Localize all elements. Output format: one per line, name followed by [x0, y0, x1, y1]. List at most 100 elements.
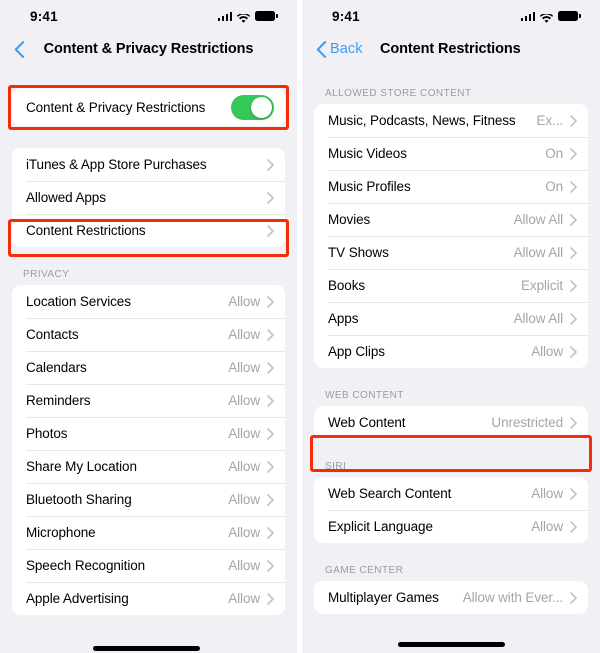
allowed-store-content-card: Music, Podcasts, News, Fitness Ex... Mus… — [314, 104, 588, 368]
row-label: Explicit Language — [328, 519, 433, 534]
battery-full-icon — [255, 11, 278, 21]
row-value: Allow — [228, 492, 260, 507]
chevron-right-icon — [267, 224, 274, 237]
row-explicit-language[interactable]: Explicit Language Allow — [314, 510, 588, 543]
row-value: Allow — [228, 294, 260, 309]
row-value: Unrestricted — [491, 415, 563, 430]
section-header-game-center: GAME CENTER — [325, 565, 404, 576]
row-tv-shows[interactable]: TV Shows Allow All — [314, 236, 588, 269]
row-microphone[interactable]: Microphone Allow — [12, 516, 285, 549]
row-value: Allow — [228, 591, 260, 606]
row-music-videos[interactable]: Music Videos On — [314, 137, 588, 170]
row-value: Allow with Ever... — [462, 590, 563, 605]
row-label: Books — [328, 278, 366, 293]
row-value: Allow — [228, 426, 260, 441]
content-privacy-restrictions-switch[interactable] — [231, 94, 274, 120]
back-button[interactable]: Back — [316, 40, 363, 58]
row-photos[interactable]: Photos Allow — [12, 417, 285, 450]
row-multiplayer-games[interactable]: Multiplayer Games Allow with Ever... — [314, 581, 588, 614]
navigation-bar: Back Content Restrictions — [302, 32, 600, 66]
row-value: Allow All — [513, 245, 563, 260]
chevron-right-icon — [267, 526, 274, 539]
row-contacts[interactable]: Contacts Allow — [12, 318, 285, 351]
chevron-right-icon — [570, 312, 577, 325]
chevron-right-icon — [267, 295, 274, 308]
chevron-right-icon — [267, 460, 274, 473]
row-label: Movies — [328, 212, 371, 227]
cellular-bars-icon — [217, 11, 232, 21]
chevron-right-icon — [570, 416, 577, 429]
row-reminders[interactable]: Reminders Allow — [12, 384, 285, 417]
chevron-right-icon — [267, 592, 274, 605]
row-apps[interactable]: Apps Allow All — [314, 302, 588, 335]
section-header-allowed-store-content: ALLOWED STORE CONTENT — [325, 88, 472, 99]
row-movies[interactable]: Movies Allow All — [314, 203, 588, 236]
row-music-profiles[interactable]: Music Profiles On — [314, 170, 588, 203]
row-apple-advertising[interactable]: Apple Advertising Allow — [12, 582, 285, 615]
row-value: On — [545, 146, 563, 161]
row-label: Calendars — [26, 360, 87, 375]
row-books[interactable]: Books Explicit — [314, 269, 588, 302]
settings-scroll-area[interactable]: ALLOWED STORE CONTENT Music, Podcasts, N… — [302, 66, 600, 653]
row-value: Allow — [228, 393, 260, 408]
master-toggle-card: Content & Privacy Restrictions — [12, 88, 285, 126]
row-content-privacy-restrictions-toggle[interactable]: Content & Privacy Restrictions — [12, 88, 285, 126]
row-label: Content Restrictions — [26, 223, 146, 238]
section-header-siri: SIRI — [325, 461, 347, 472]
row-label: Music Profiles — [328, 179, 411, 194]
settings-scroll-area[interactable]: Content & Privacy Restrictions iTunes & … — [0, 66, 297, 653]
phone-screen-content-privacy-restrictions: 9:41 Content & Privacy Restrictions Cont… — [0, 0, 297, 653]
row-value: On — [545, 179, 563, 194]
back-button[interactable] — [14, 40, 28, 58]
page-title: Content & Privacy Restrictions — [43, 41, 254, 57]
row-value: Allow — [531, 344, 563, 359]
status-bar: 9:41 — [0, 0, 297, 32]
row-allowed-apps[interactable]: Allowed Apps — [12, 181, 285, 214]
home-indicator — [398, 642, 505, 647]
row-share-my-location[interactable]: Share My Location Allow — [12, 450, 285, 483]
row-value: Allow — [228, 558, 260, 573]
row-value: Allow — [228, 459, 260, 474]
status-time: 9:41 — [30, 8, 58, 24]
row-label: Music Videos — [328, 146, 407, 161]
phone-screen-content-restrictions: 9:41 Back Content Restrictions ALLOWED S… — [302, 0, 600, 653]
section-header-web-content: WEB CONTENT — [325, 390, 404, 401]
row-label: Location Services — [26, 294, 131, 309]
row-bluetooth-sharing[interactable]: Bluetooth Sharing Allow — [12, 483, 285, 516]
chevron-right-icon — [267, 493, 274, 506]
row-location-services[interactable]: Location Services Allow — [12, 285, 285, 318]
row-label: TV Shows — [328, 245, 389, 260]
wifi-icon — [539, 11, 554, 23]
row-calendars[interactable]: Calendars Allow — [12, 351, 285, 384]
chevron-right-icon — [570, 520, 577, 533]
row-label: iTunes & App Store Purchases — [26, 157, 207, 172]
chevron-right-icon — [570, 180, 577, 193]
chevron-right-icon — [267, 559, 274, 572]
chevron-right-icon — [570, 114, 577, 127]
chevron-right-icon — [570, 279, 577, 292]
dual-phone-screenshot: 9:41 Content & Privacy Restrictions Cont… — [0, 0, 600, 653]
row-content-restrictions[interactable]: Content Restrictions — [12, 214, 285, 247]
home-indicator — [93, 646, 200, 651]
wifi-icon — [236, 11, 251, 23]
chevron-right-icon — [570, 487, 577, 500]
row-app-clips[interactable]: App Clips Allow — [314, 335, 588, 368]
page-title: Content Restrictions — [380, 41, 521, 57]
chevron-right-icon — [570, 246, 577, 259]
row-itunes-app-store-purchases[interactable]: iTunes & App Store Purchases — [12, 148, 285, 181]
row-speech-recognition[interactable]: Speech Recognition Allow — [12, 549, 285, 582]
row-value: Allow All — [513, 311, 563, 326]
row-web-search-content[interactable]: Web Search Content Allow — [314, 477, 588, 510]
row-label: Share My Location — [26, 459, 137, 474]
chevron-right-icon — [267, 361, 274, 374]
row-value: Allow — [531, 486, 563, 501]
row-label: Content & Privacy Restrictions — [26, 99, 206, 115]
chevron-right-icon — [267, 158, 274, 171]
chevron-right-icon — [570, 345, 577, 358]
back-button-label: Back — [330, 41, 363, 57]
row-web-content[interactable]: Web Content Unrestricted — [314, 406, 588, 439]
chevron-right-icon — [267, 427, 274, 440]
row-value: Allow — [228, 360, 260, 375]
row-music-podcasts-news-fitness[interactable]: Music, Podcasts, News, Fitness Ex... — [314, 104, 588, 137]
row-label: App Clips — [328, 344, 385, 359]
